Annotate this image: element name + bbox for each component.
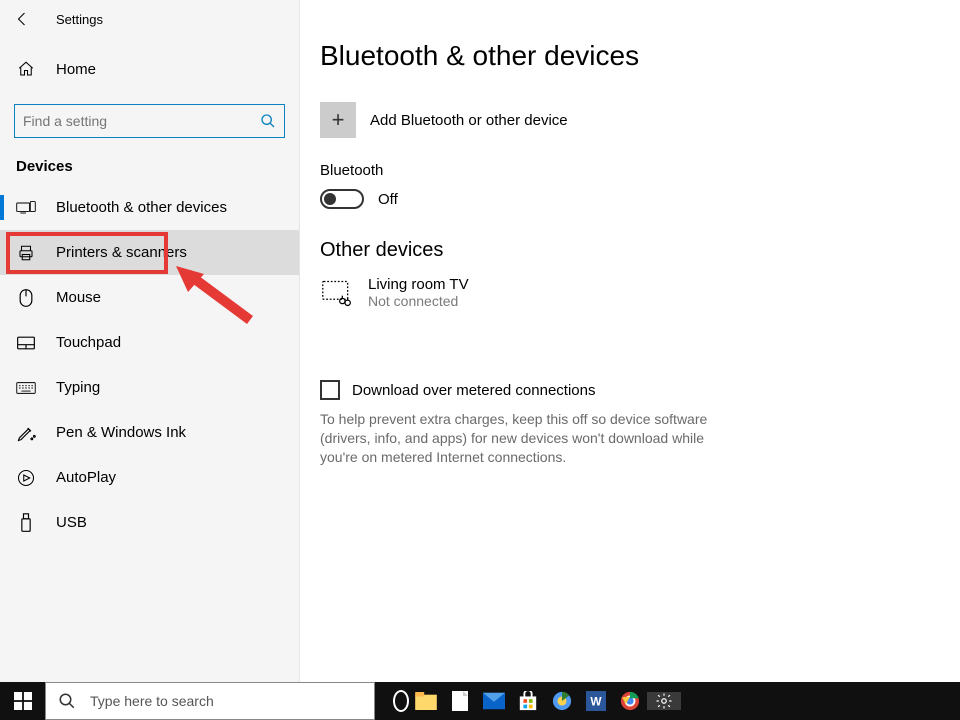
sidebar-item-usb[interactable]: USB [0,500,299,545]
autoplay-icon [16,468,36,488]
device-status: Not connected [368,293,469,309]
search-box[interactable] [14,104,285,138]
sidebar-item-pen[interactable]: Pen & Windows Ink [0,410,299,455]
bluetooth-label: Bluetooth [320,162,940,179]
bluetooth-state: Off [378,191,398,208]
sidebar: Settings Home Devices Bluetooth & other … [0,0,300,682]
start-button[interactable] [0,682,45,720]
taskbar-app-word[interactable]: W [579,691,613,711]
back-button[interactable] [14,10,32,28]
devices-icon [16,198,36,218]
toggle-knob-icon [324,193,336,205]
taskbar-search-placeholder: Type here to search [90,693,214,709]
main-panel: Bluetooth & other devices + Add Bluetoot… [300,0,960,682]
sidebar-item-bluetooth[interactable]: Bluetooth & other devices [0,185,299,230]
sidebar-item-label: AutoPlay [56,469,116,486]
svg-text:W: W [590,695,602,709]
taskbar-app-explorer[interactable] [409,692,443,710]
sidebar-item-label: Mouse [56,289,101,306]
printer-icon [16,243,36,263]
add-device-label: Add Bluetooth or other device [370,112,568,129]
sidebar-item-label: Typing [56,379,100,396]
cast-device-icon [320,276,354,310]
taskbar-app-document[interactable] [443,691,477,711]
add-device-button[interactable]: + Add Bluetooth or other device [320,102,940,138]
sidebar-navlist: Bluetooth & other devices Printers & sca… [0,185,299,545]
metered-checkbox-label: Download over metered connections [352,382,595,399]
taskbar-app-mail[interactable] [477,692,511,710]
pen-icon [16,423,36,443]
sidebar-item-touchpad[interactable]: Touchpad [0,320,299,365]
taskbar-app-chrome[interactable] [613,691,647,711]
touchpad-icon [16,333,36,353]
usb-icon [16,513,36,533]
taskbar-search[interactable]: Type here to search [45,682,375,720]
sidebar-item-label: Bluetooth & other devices [56,199,227,216]
titlebar: Settings [0,0,299,38]
sidebar-item-printers[interactable]: Printers & scanners [0,230,299,275]
sidebar-home-label: Home [56,61,96,78]
device-name: Living room TV [368,276,469,293]
search-icon [58,692,76,710]
taskbar-app-browser[interactable] [545,691,579,711]
sidebar-category-header: Devices [0,138,299,185]
metered-checkbox[interactable] [320,380,340,400]
sidebar-item-label: Pen & Windows Ink [56,424,186,441]
home-icon [16,59,36,79]
taskbar-tray: W [375,682,960,720]
sidebar-item-label: Touchpad [56,334,121,351]
sidebar-item-mouse[interactable]: Mouse [0,275,299,320]
mouse-icon [16,288,36,308]
sidebar-item-label: USB [56,514,87,531]
bluetooth-toggle[interactable] [320,189,364,209]
cortana-icon [393,690,409,712]
other-devices-header: Other devices [320,239,940,262]
sidebar-item-typing[interactable]: Typing [0,365,299,410]
sidebar-item-label: Printers & scanners [56,244,187,261]
device-row[interactable]: Living room TV Not connected [320,276,940,310]
metered-help-text: To help prevent extra charges, keep this… [320,410,720,467]
search-input[interactable] [23,113,260,129]
window-title: Settings [56,12,103,27]
cortana-button[interactable] [375,690,409,712]
taskbar-app-settings[interactable] [647,692,681,710]
page-title: Bluetooth & other devices [320,40,940,72]
taskbar-app-store[interactable] [511,691,545,711]
search-icon [260,113,276,129]
keyboard-icon [16,378,36,398]
sidebar-home[interactable]: Home [0,48,299,90]
sidebar-item-autoplay[interactable]: AutoPlay [0,455,299,500]
taskbar: Type here to search W [0,682,960,720]
plus-icon: + [320,102,356,138]
